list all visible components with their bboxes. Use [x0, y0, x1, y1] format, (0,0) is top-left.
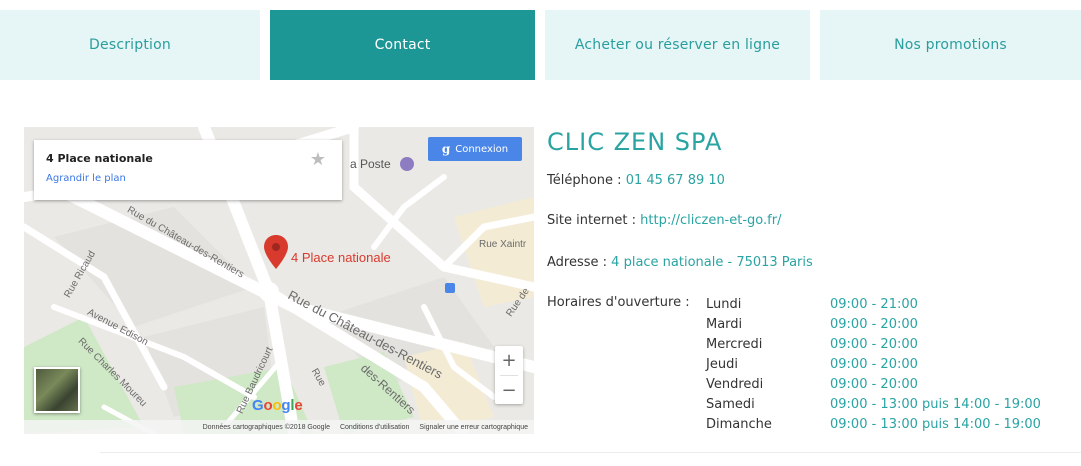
zoom-controls: + −: [495, 346, 523, 404]
tab-buy-or-book-online[interactable]: Acheter ou réserver en ligne: [545, 10, 810, 80]
business-name: CLIC ZEN SPA: [547, 128, 723, 156]
website-line: Site internet : http://cliczen-et-go.fr/: [547, 213, 781, 228]
report-error-link[interactable]: Signaler une erreur cartographique: [419, 424, 528, 431]
google-logo: Google: [252, 397, 303, 414]
hours-time: 09:00 - 20:00: [830, 317, 918, 332]
enlarge-map-link[interactable]: Agrandir le plan: [46, 173, 126, 184]
hours-day: Jeudi: [706, 357, 738, 372]
terms-link[interactable]: Conditions d'utilisation: [340, 424, 409, 431]
hours-day: Dimanche: [706, 417, 772, 432]
zoom-in-button[interactable]: +: [495, 346, 523, 375]
map-place-title: 4 Place nationale: [46, 152, 153, 165]
hours-time: 09:00 - 21:00: [830, 297, 918, 312]
website-label: Site internet :: [547, 213, 637, 228]
address-line: Adresse : 4 place nationale - 75013 Pari…: [547, 255, 813, 270]
hours-day: Samedi: [706, 397, 755, 412]
phone-link[interactable]: 01 45 67 89 10: [626, 173, 725, 188]
address-label: Adresse :: [547, 255, 608, 270]
tab-contact[interactable]: Contact: [270, 10, 535, 80]
phone-line: Téléphone : 01 45 67 89 10: [547, 173, 725, 188]
signin-label: Connexion: [455, 143, 509, 155]
google-plus-icon: g: [441, 142, 451, 156]
tab-description[interactable]: Description: [0, 10, 260, 80]
hours-day: Mercredi: [706, 337, 763, 352]
map-data-credit: Données cartographiques ©2018 Google: [202, 423, 330, 431]
website-link[interactable]: http://cliczen-et-go.fr/: [640, 213, 781, 228]
map-embed[interactable]: 4 Place nationale Agrandir le plan ★ g C…: [24, 127, 534, 434]
tab-promotions[interactable]: Nos promotions: [820, 10, 1081, 80]
zoom-out-button[interactable]: −: [495, 376, 523, 405]
hours-day: Mardi: [706, 317, 743, 332]
star-icon[interactable]: ★: [310, 149, 326, 170]
hours-time: 09:00 - 13:00 puis 14:00 - 19:00: [830, 397, 1041, 412]
street-xaintrailles: Rue Xaintr: [479, 239, 527, 250]
opening-hours-label: Horaires d'ouverture :: [547, 295, 690, 310]
hours-time: 09:00 - 20:00: [830, 377, 918, 392]
signin-button[interactable]: g Connexion: [428, 137, 522, 161]
section-divider: [100, 452, 1081, 453]
hours-day: Lundi: [706, 297, 742, 312]
phone-label: Téléphone :: [547, 173, 622, 188]
map-attribution: Données cartographiques ©2018 Google Con…: [24, 420, 534, 434]
hours-time: 09:00 - 20:00: [830, 357, 918, 372]
hours-day: Vendredi: [706, 377, 764, 392]
hours-time: 09:00 - 20:00: [830, 337, 918, 352]
satellite-toggle[interactable]: [34, 367, 80, 413]
address-link[interactable]: 4 place nationale - 75013 Paris: [611, 255, 813, 270]
tab-bar: Description Contact Acheter ou réserver …: [0, 10, 1081, 80]
poi-post-office: a Poste: [350, 157, 391, 171]
map-pin-label: 4 Place nationale: [291, 250, 391, 265]
map-place-card: 4 Place nationale Agrandir le plan ★: [34, 140, 342, 200]
hours-time: 09:00 - 13:00 puis 14:00 - 19:00: [830, 417, 1041, 432]
